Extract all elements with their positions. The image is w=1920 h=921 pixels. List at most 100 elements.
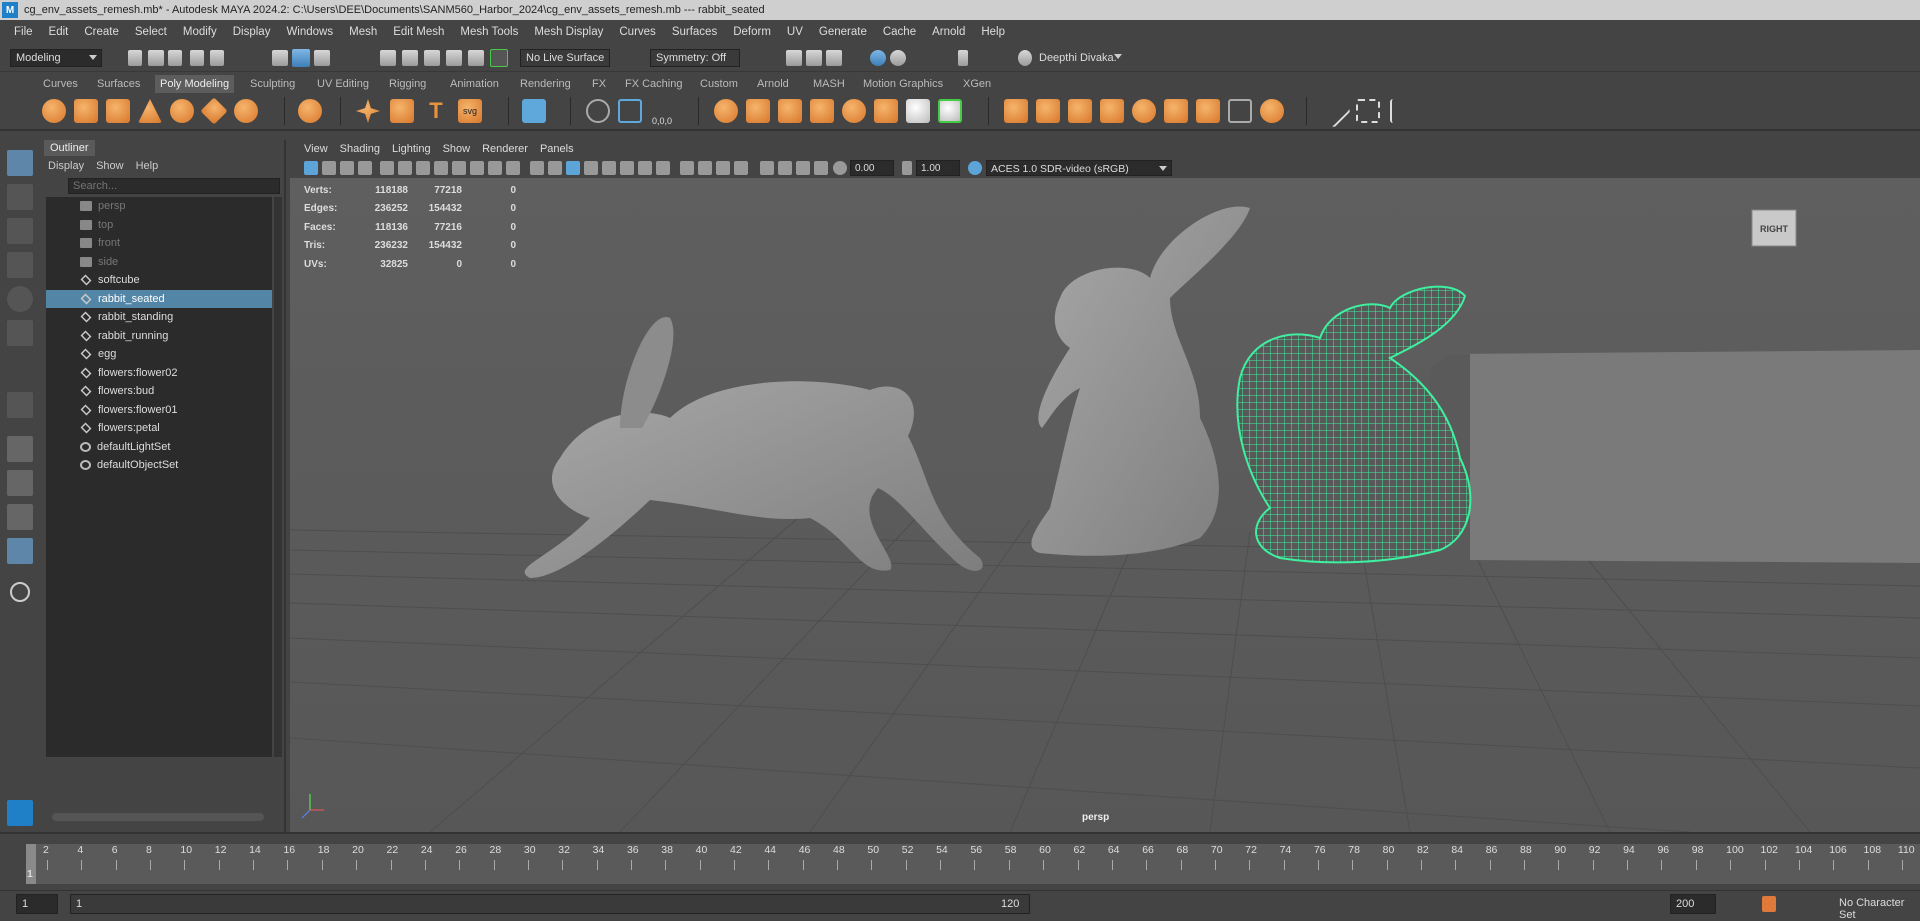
move-tool-icon[interactable] xyxy=(7,252,33,278)
smooth-shade-all-icon[interactable] xyxy=(548,161,562,175)
last-tool-icon[interactable] xyxy=(7,392,33,418)
gamma-icon[interactable] xyxy=(902,161,912,175)
pause-icon[interactable] xyxy=(958,50,968,66)
range-slider[interactable]: 1 120 xyxy=(70,894,1030,914)
viewport-menu-show[interactable]: Show xyxy=(437,143,477,155)
image-plane-icon[interactable] xyxy=(358,161,372,175)
safe-action-icon[interactable] xyxy=(506,161,520,175)
shelf-tab-fx[interactable]: FX xyxy=(587,75,611,93)
outliner-search-input[interactable] xyxy=(68,178,280,194)
outliner-menu-display[interactable]: Display xyxy=(42,160,90,172)
snap-curve-icon[interactable] xyxy=(402,50,418,66)
view-cube[interactable]: RIGHT xyxy=(1751,209,1797,247)
wireframe-icon[interactable] xyxy=(530,161,544,175)
shelf-tab-custom[interactable]: Custom xyxy=(695,75,743,93)
merge-icon[interactable] xyxy=(1164,99,1188,123)
single-perspective-layout-icon[interactable] xyxy=(7,436,33,462)
hypershade-icon[interactable] xyxy=(890,50,906,66)
fill-hole-icon[interactable] xyxy=(1132,99,1156,123)
outliner-vertical-scrollbar[interactable] xyxy=(274,197,282,757)
color-management-icon[interactable] xyxy=(968,161,982,175)
shelf-tab-fx-caching[interactable]: FX Caching xyxy=(620,75,687,93)
character-set-icon[interactable] xyxy=(1762,896,1776,912)
menu-create[interactable]: Create xyxy=(76,26,127,38)
snap-grid-icon[interactable] xyxy=(380,50,396,66)
backface-culling-icon[interactable] xyxy=(734,161,748,175)
outliner-item-side[interactable]: side xyxy=(46,253,272,271)
select-by-hierarchy-icon[interactable] xyxy=(272,50,288,66)
four-view-layout-icon[interactable] xyxy=(7,470,33,496)
3d-scene-view[interactable]: RIGHT Verts: 118188 77218 0 Edges: 236252 154… xyxy=(290,178,1920,832)
retopologize-icon[interactable] xyxy=(938,99,962,123)
menu-select[interactable]: Select xyxy=(127,26,175,38)
lasso-tool-icon[interactable] xyxy=(7,184,33,210)
separate-icon[interactable] xyxy=(746,99,770,123)
menu-arnold[interactable]: Arnold xyxy=(924,26,973,38)
gate-mask-icon[interactable] xyxy=(470,161,484,175)
smooth-icon[interactable] xyxy=(842,99,866,123)
menu-mesh[interactable]: Mesh xyxy=(341,26,385,38)
snap-live-icon[interactable] xyxy=(490,49,508,67)
poly-plane-icon[interactable] xyxy=(200,97,228,125)
insert-edge-loop-icon[interactable] xyxy=(1356,99,1380,123)
outliner-item-flower02[interactable]: flowers:flower02 xyxy=(46,364,272,382)
select-camera-icon[interactable] xyxy=(304,161,318,175)
poly-cylinder-icon[interactable] xyxy=(106,99,130,123)
menu-generate[interactable]: Generate xyxy=(811,26,875,38)
boolean-union-icon[interactable] xyxy=(810,99,834,123)
outliner-item-rabbit-seated[interactable]: rabbit_seated xyxy=(46,289,272,308)
snap-surface-icon[interactable] xyxy=(468,50,484,66)
bridge-icon[interactable] xyxy=(1036,99,1060,123)
camera-toggle-icon[interactable] xyxy=(760,161,774,175)
select-by-component-icon[interactable] xyxy=(314,50,330,66)
outliner-item-front[interactable]: front xyxy=(46,234,272,252)
persp-outliner-layout-icon[interactable] xyxy=(7,504,33,530)
outliner-layout-icon[interactable] xyxy=(7,538,33,564)
maya-home-icon[interactable] xyxy=(7,800,33,826)
menu-surfaces[interactable]: Surfaces xyxy=(664,26,725,38)
menu-edit-mesh[interactable]: Edit Mesh xyxy=(385,26,452,38)
live-surface-field[interactable]: No Live Surface xyxy=(520,49,610,67)
snap-toggle-icon[interactable] xyxy=(814,161,828,175)
poly-cube-icon[interactable] xyxy=(74,99,98,123)
grease-pencil-icon[interactable] xyxy=(380,161,394,175)
helix-icon[interactable] xyxy=(390,99,414,123)
user-account-dropdown[interactable]: Deepthi Divaka. xyxy=(1034,49,1126,67)
shelf-tab-surfaces[interactable]: Surfaces xyxy=(92,75,145,93)
shelf-tab-sculpting[interactable]: Sculpting xyxy=(245,75,300,93)
end-time-field[interactable]: 200 xyxy=(1670,894,1716,914)
wireframe-on-shaded-icon[interactable] xyxy=(566,161,580,175)
menu-mesh-tools[interactable]: Mesh Tools xyxy=(452,26,526,38)
motion-blur-icon[interactable] xyxy=(656,161,670,175)
bevel-icon[interactable] xyxy=(1068,99,1092,123)
exposure-field[interactable]: 0.00 xyxy=(850,160,894,176)
poly-disc-icon[interactable] xyxy=(234,99,258,123)
outliner-item-petal[interactable]: flowers:petal xyxy=(46,419,272,437)
arnold-render-icon[interactable] xyxy=(870,50,886,66)
menu-curves[interactable]: Curves xyxy=(611,26,663,38)
shelf-tab-poly-modeling[interactable]: Poly Modeling xyxy=(155,75,235,93)
snap-point-icon[interactable] xyxy=(424,50,440,66)
new-scene-icon[interactable] xyxy=(128,50,142,66)
outliner-menu-show[interactable]: Show xyxy=(90,160,130,172)
poly-torus-icon[interactable] xyxy=(170,99,194,123)
field-chart-icon[interactable] xyxy=(488,161,502,175)
outliner-item-persp[interactable]: persp xyxy=(46,197,272,215)
redo-icon[interactable] xyxy=(210,50,224,66)
combine-icon[interactable] xyxy=(714,99,738,123)
menu-cache[interactable]: Cache xyxy=(875,26,924,38)
menu-windows[interactable]: Windows xyxy=(278,26,341,38)
outliner-menu-help[interactable]: Help xyxy=(130,160,165,172)
outliner-item-flower01[interactable]: flowers:flower01 xyxy=(46,401,272,419)
shelf-tab-rigging[interactable]: Rigging xyxy=(384,75,431,93)
viewport-menu-lighting[interactable]: Lighting xyxy=(386,143,437,155)
shelf-tab-motion-graphics[interactable]: Motion Graphics xyxy=(858,75,948,93)
render-frame-icon[interactable] xyxy=(806,50,822,66)
append-icon[interactable] xyxy=(1100,99,1124,123)
platonic-solid-icon[interactable] xyxy=(298,99,322,123)
menu-deform[interactable]: Deform xyxy=(725,26,779,38)
poly-cone-icon[interactable] xyxy=(138,99,162,123)
collapse-icon[interactable] xyxy=(1196,99,1220,123)
symmetry-dropdown[interactable]: Symmetry: Off xyxy=(650,49,740,67)
menu-modify[interactable]: Modify xyxy=(175,26,225,38)
